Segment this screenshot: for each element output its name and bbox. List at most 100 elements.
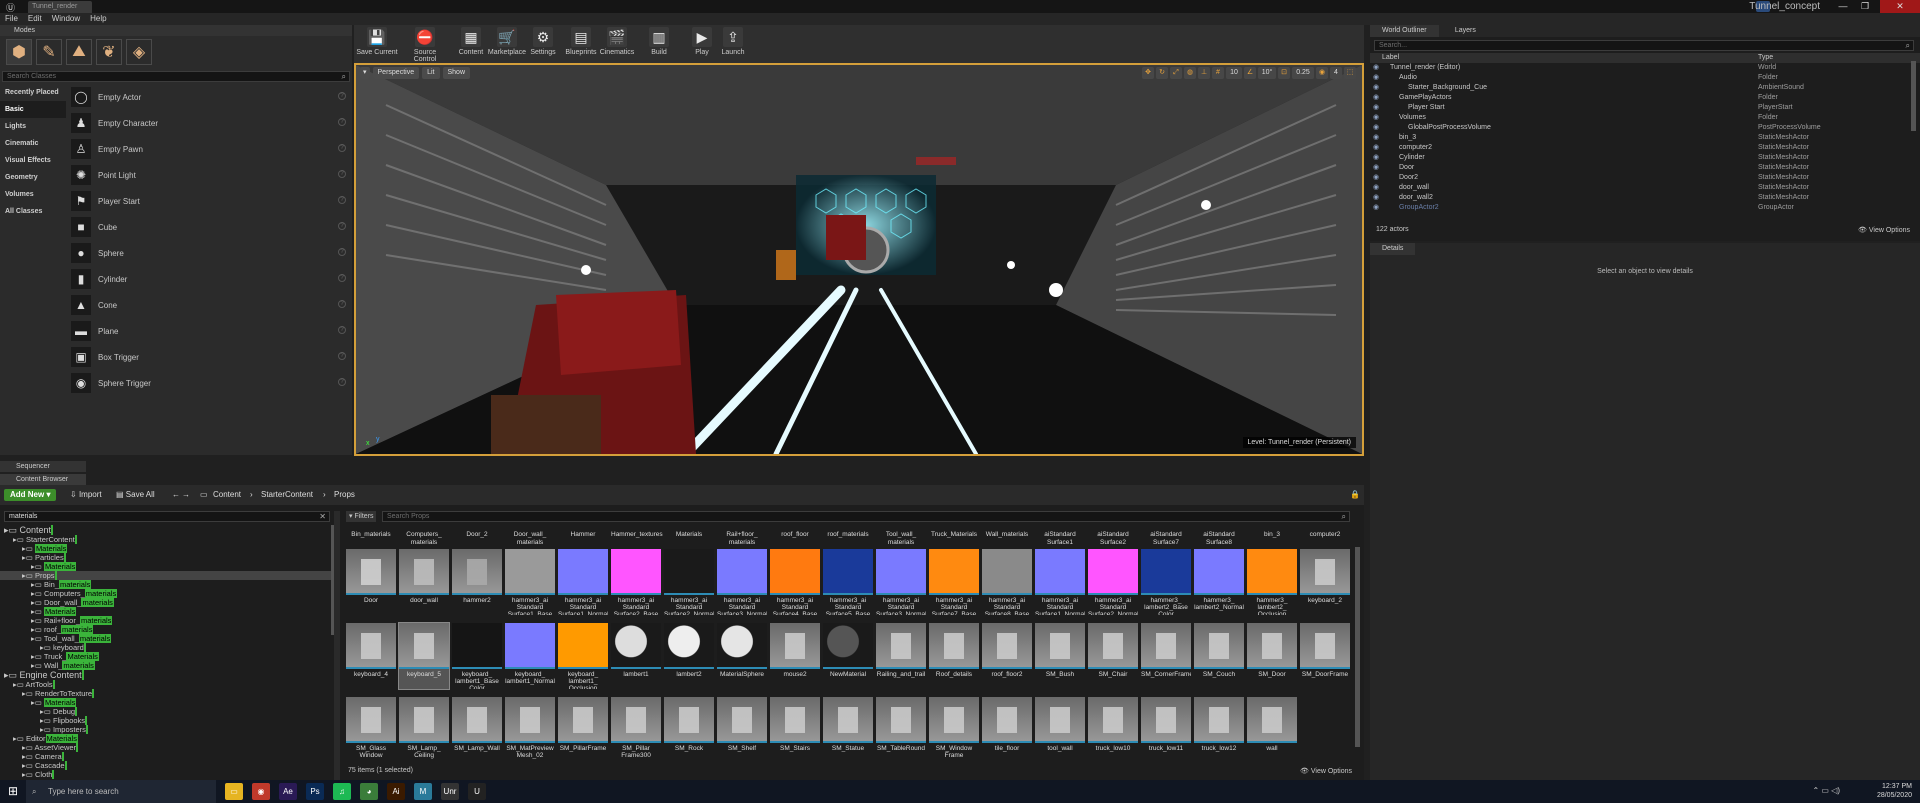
folder-item[interactable]: ▸▭ Materials: [0, 607, 336, 616]
asset-tile[interactable]: SM_Shelf: [717, 697, 767, 763]
asset-tile[interactable]: hammer3_ai Standard Surface7_Base: [929, 549, 979, 615]
history-back-icon[interactable]: ←: [172, 489, 180, 501]
asset-tile[interactable]: hammer2: [452, 549, 502, 615]
build-button[interactable]: ▥ Build: [636, 27, 682, 56]
help-icon[interactable]: ?: [338, 196, 346, 204]
folder-item[interactable]: ▸▭ ArtTools: [0, 680, 336, 689]
outliner-row[interactable]: ◉ Audio Folder: [1370, 73, 1920, 83]
outliner-row[interactable]: ◉ door_wall StaticMeshActor: [1370, 183, 1920, 193]
asset-folder-roof-floor[interactable]: roof_floor: [770, 531, 820, 539]
visibility-eye-icon[interactable]: ◉: [1373, 173, 1379, 183]
asset-tile[interactable]: truck_low12: [1194, 697, 1244, 763]
class-search-input[interactable]: Search Classes ⌕: [2, 71, 350, 82]
asset-folder-aistandard-surface1[interactable]: aiStandard Surface1: [1035, 531, 1085, 547]
translate-tool-icon[interactable]: ✥: [1142, 67, 1154, 79]
category-basic[interactable]: Basic: [0, 101, 66, 118]
geometry-mode-icon[interactable]: ◈: [126, 39, 152, 65]
category-recently-placed[interactable]: Recently Placed: [0, 84, 66, 101]
placeable-cube[interactable]: ■ Cube?: [68, 214, 352, 240]
asset-tile[interactable]: SM_TableRound: [876, 697, 926, 763]
rotation-snap-icon[interactable]: ∠: [1244, 67, 1256, 79]
asset-tile[interactable]: lambert2: [664, 623, 714, 689]
outliner-view-options[interactable]: 👁 View Options: [1858, 226, 1910, 234]
asset-folder-bin-materials[interactable]: Bin_materials: [346, 531, 396, 539]
placeable-cone[interactable]: ▲ Cone?: [68, 292, 352, 318]
place-mode-icon[interactable]: ⬢: [6, 39, 32, 65]
help-icon[interactable]: ?: [338, 326, 346, 334]
asset-tile[interactable]: SM_Glass Window: [346, 697, 396, 763]
category-all-classes[interactable]: All Classes: [0, 203, 66, 220]
visibility-eye-icon[interactable]: ◉: [1373, 93, 1379, 103]
asset-tile[interactable]: keyboard_5: [398, 622, 450, 690]
asset-tile[interactable]: hammer3_ai Standard Surface4_Base: [770, 549, 820, 615]
clear-icon[interactable]: ✕: [319, 512, 326, 521]
placeable-point-light[interactable]: ✺ Point Light?: [68, 162, 352, 188]
landscape-mode-icon[interactable]: ⛰: [66, 39, 92, 65]
visibility-eye-icon[interactable]: ◉: [1373, 163, 1379, 173]
asset-view-options[interactable]: 👁 View Options: [1300, 767, 1352, 775]
foliage-mode-icon[interactable]: ❦: [96, 39, 122, 65]
maximize-viewport-icon[interactable]: ⬚: [1344, 67, 1356, 79]
visibility-eye-icon[interactable]: ◉: [1373, 83, 1379, 93]
placeable-cylinder[interactable]: ▮ Cylinder?: [68, 266, 352, 292]
taskbar-search-input[interactable]: ⌕ Type here to search: [26, 780, 216, 803]
asset-tile[interactable]: tile_floor: [982, 697, 1032, 763]
file-explorer-icon[interactable]: ▭: [225, 783, 243, 800]
breadcrumb-props[interactable]: Props: [334, 489, 355, 501]
asset-tile[interactable]: Railing_and_trail: [876, 623, 926, 689]
folder-item[interactable]: ▸▭ Materials: [0, 544, 336, 553]
folder-item[interactable]: ▸▭ Cascade: [0, 761, 336, 770]
visibility-eye-icon[interactable]: ◉: [1373, 73, 1379, 83]
folder-item[interactable]: ▸▭ Tool_wall_materials: [0, 634, 336, 643]
folder-item[interactable]: ▸▭ AssetViewer: [0, 743, 336, 752]
visibility-eye-icon[interactable]: ◉: [1373, 193, 1379, 203]
asset-tile[interactable]: SM_Stairs: [770, 697, 820, 763]
category-visual-effects[interactable]: Visual Effects: [0, 152, 66, 169]
outliner-row[interactable]: ◉ computer2 StaticMeshActor: [1370, 143, 1920, 153]
placeable-player-start[interactable]: ⚑ Player Start?: [68, 188, 352, 214]
menu-edit[interactable]: Edit: [23, 13, 47, 25]
folder-item[interactable]: ▸▭ EditorMaterials: [0, 734, 336, 743]
folder-item[interactable]: ▸▭ Cloth: [0, 770, 336, 779]
launch-button[interactable]: ⇪ Launch: [710, 27, 756, 56]
asset-tile[interactable]: keyboard_4: [346, 623, 396, 689]
grid-snap-icon[interactable]: #: [1212, 67, 1224, 79]
add-new-button[interactable]: Add New ▾: [4, 489, 57, 501]
asset-tile[interactable]: SM_Lamp_Wall: [452, 697, 502, 763]
asset-search-input[interactable]: Search Props ⌕: [382, 511, 1350, 522]
type-column-header[interactable]: Type: [1758, 53, 1773, 63]
visibility-eye-icon[interactable]: ◉: [1373, 103, 1379, 113]
label-column-header[interactable]: Label: [1382, 53, 1399, 63]
asset-folder-aistandard-surface8[interactable]: aiStandard Surface8: [1194, 531, 1244, 547]
help-icon[interactable]: ?: [338, 118, 346, 126]
outliner-row[interactable]: ◉ door_wall2 StaticMeshActor: [1370, 193, 1920, 203]
folder-item[interactable]: ▸▭ Computers_materials: [0, 589, 336, 598]
windows-start-icon[interactable]: ⊞: [0, 780, 26, 803]
asset-tile[interactable]: keyboard_ lambert1_Base Color: [452, 623, 502, 689]
category-lights[interactable]: Lights: [0, 118, 66, 135]
tab-world-outliner[interactable]: World Outliner: [1370, 25, 1439, 37]
outliner-search-input[interactable]: Search... ⌕: [1374, 40, 1914, 51]
asset-tile[interactable]: tool_wall: [1035, 697, 1085, 763]
placeable-empty-character[interactable]: ♟ Empty Character?: [68, 110, 352, 136]
asset-tile[interactable]: SM_Window Frame: [929, 697, 979, 763]
scale-tool-icon[interactable]: ⤢: [1170, 67, 1182, 79]
illustrator-icon[interactable]: Ai: [387, 783, 405, 800]
asset-folder-rail-floor-materials[interactable]: Rail+floor_ materials: [717, 531, 767, 547]
camera-speed-value[interactable]: 4: [1330, 67, 1342, 79]
folder-item[interactable]: ▸▭ Flipbooks: [0, 716, 336, 725]
asset-tile[interactable]: SM_CornerFrame: [1141, 623, 1191, 689]
asset-folder-aistandard-surface2[interactable]: aiStandard Surface2: [1088, 531, 1138, 547]
import-button[interactable]: ⇩ Import: [70, 489, 102, 501]
asset-tile[interactable]: SM_Bush: [1035, 623, 1085, 689]
modes-tab[interactable]: Modes: [0, 25, 352, 36]
paint-mode-icon[interactable]: ✎: [36, 39, 62, 65]
asset-tile[interactable]: SM_Lamp_ Ceiling: [399, 697, 449, 763]
asset-tile[interactable]: hammer3_ai Standard Surface3_Normal: [717, 549, 767, 615]
asset-tile[interactable]: hammer3_ai Standard Surface3_Normal: [876, 549, 926, 615]
folder-item[interactable]: ▸▭ Wall_materials: [0, 661, 336, 670]
folder-item[interactable]: ▸▭ Bin_materials: [0, 580, 336, 589]
visibility-eye-icon[interactable]: ◉: [1373, 63, 1379, 73]
asset-tile[interactable]: SM_Rock: [664, 697, 714, 763]
asset-tile[interactable]: Roof_details: [929, 623, 979, 689]
